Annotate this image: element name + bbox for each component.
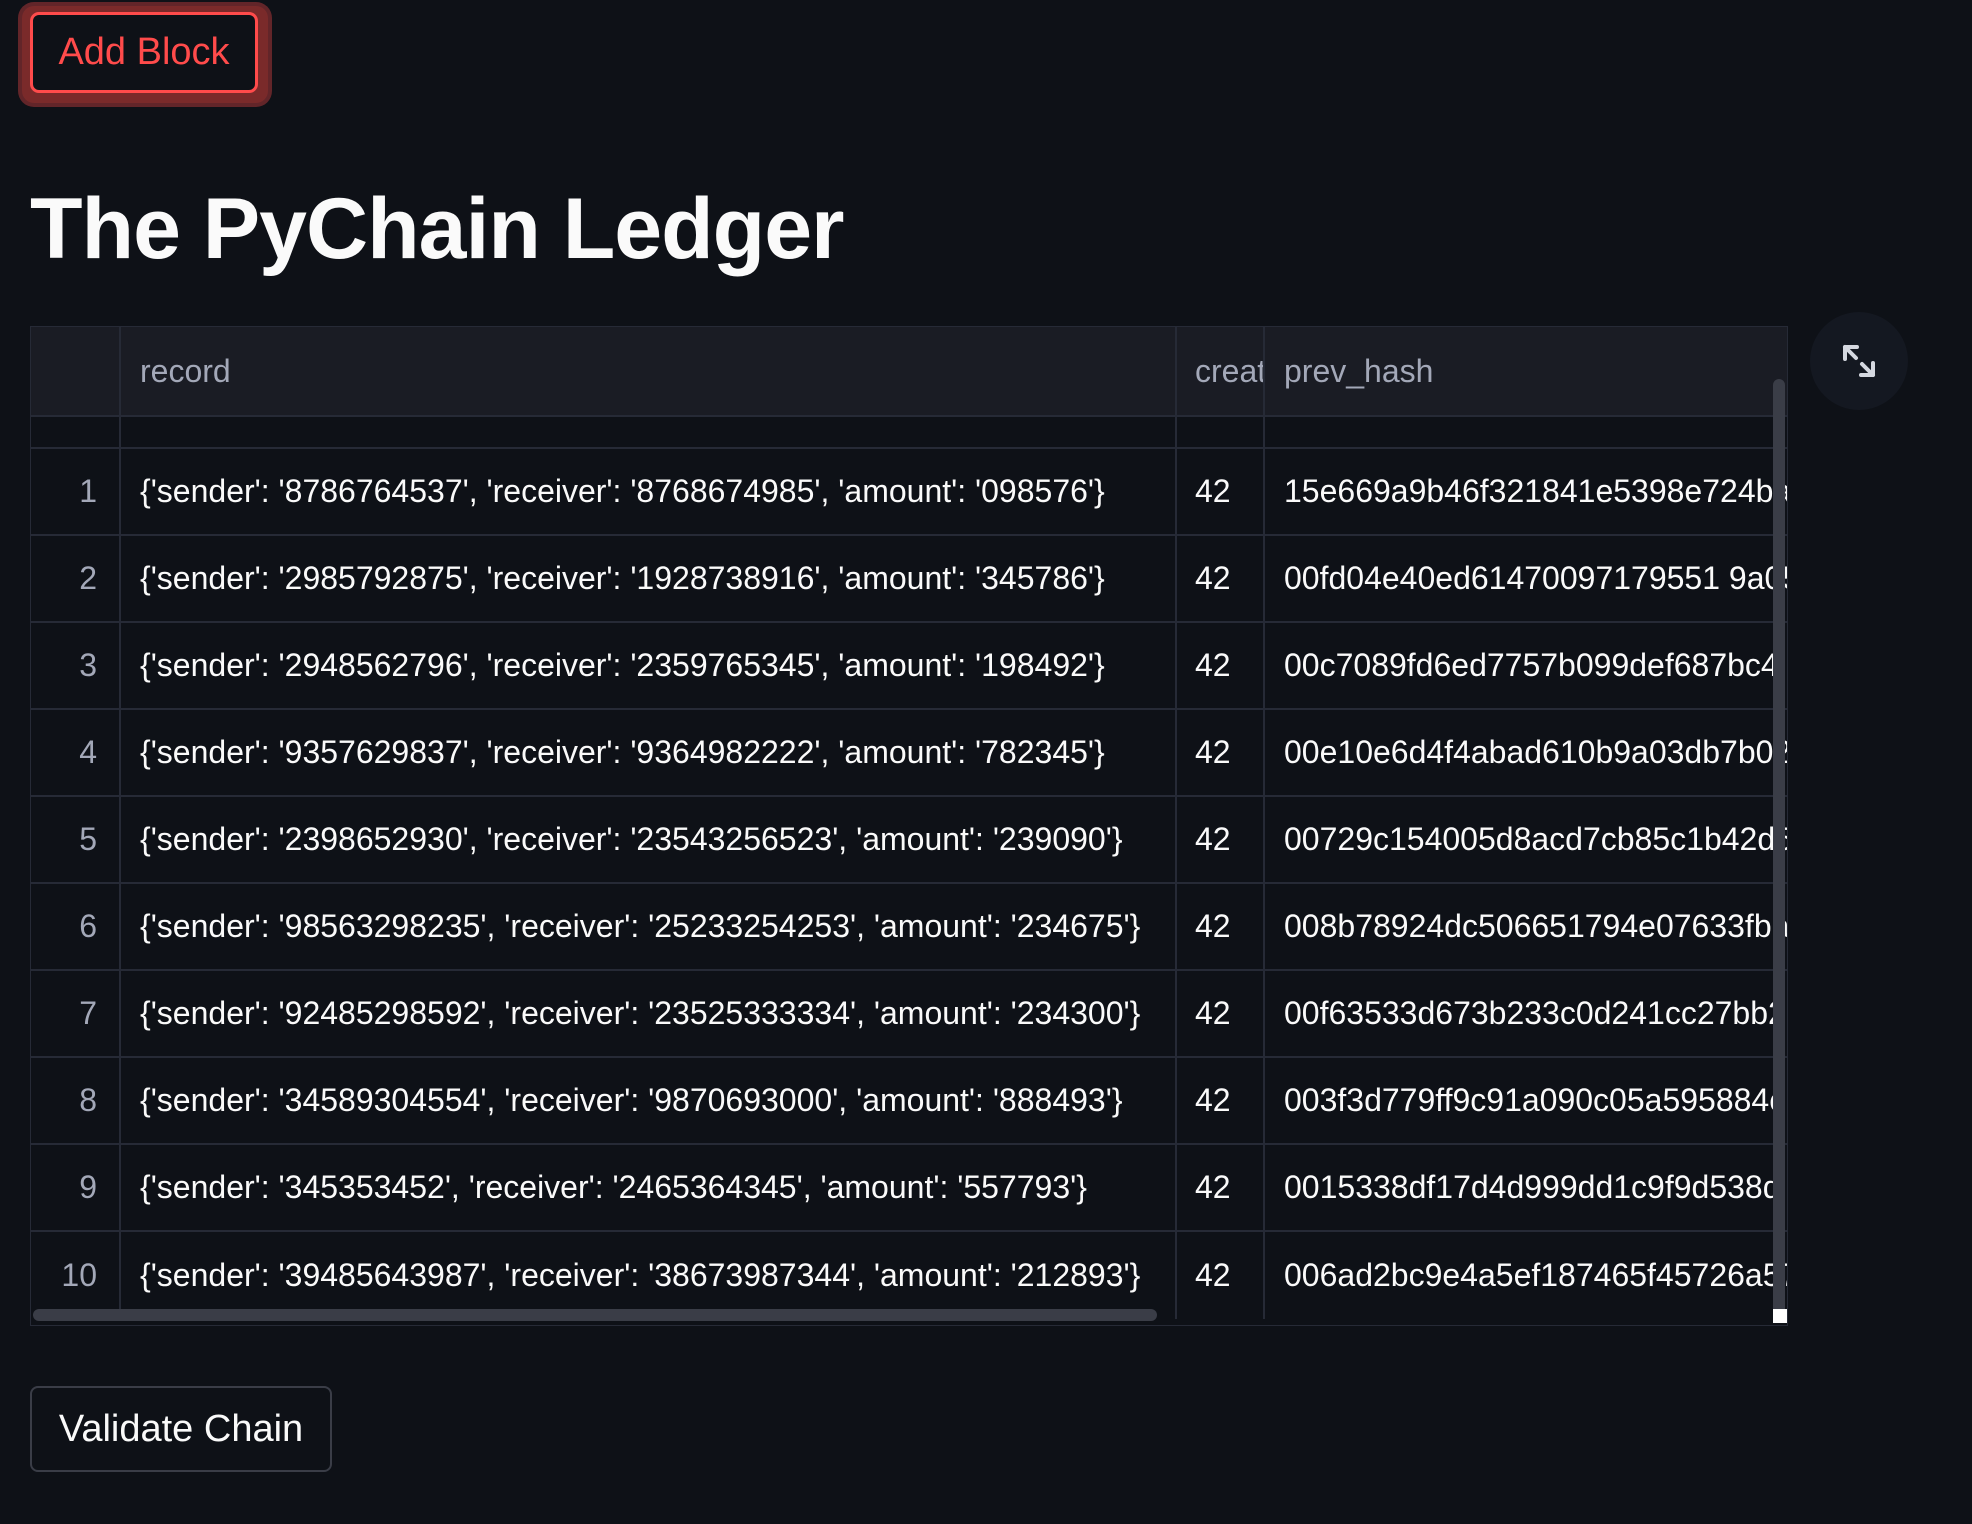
prev-hash-cell[interactable]: 003f3d779ff9c91a090c05a595884c: [1265, 1058, 1787, 1143]
vertical-scrollbar[interactable]: [1773, 379, 1785, 1319]
validate-chain-button[interactable]: Validate Chain: [30, 1386, 332, 1472]
prev-hash-cell[interactable]: 00f63533d673b233c0d241cc27bb2: [1265, 971, 1787, 1056]
prev-hash-cell[interactable]: 00fd04e40ed61470097179551 9a05: [1265, 536, 1787, 621]
spacer-cell: [1265, 417, 1787, 447]
record-cell[interactable]: {'sender': '98563298235', 'receiver': '2…: [121, 884, 1177, 969]
row-index: 4: [31, 710, 121, 795]
table-row[interactable]: 6 {'sender': '98563298235', 'receiver': …: [31, 884, 1787, 971]
record-cell[interactable]: {'sender': '92485298592', 'receiver': '2…: [121, 971, 1177, 1056]
resize-handle[interactable]: [1773, 1309, 1787, 1323]
table-row[interactable]: 4 {'sender': '9357629837', 'receiver': '…: [31, 710, 1787, 797]
table-row[interactable]: 10 {'sender': '39485643987', 'receiver':…: [31, 1232, 1787, 1319]
row-index: 8: [31, 1058, 121, 1143]
creator-cell[interactable]: 42: [1177, 884, 1265, 969]
record-cell[interactable]: {'sender': '2985792875', 'receiver': '19…: [121, 536, 1177, 621]
row-index: 10: [31, 1232, 121, 1319]
creator-cell[interactable]: 42: [1177, 1058, 1265, 1143]
table-row[interactable]: 7 {'sender': '92485298592', 'receiver': …: [31, 971, 1787, 1058]
horizontal-scrollbar[interactable]: [33, 1309, 1157, 1321]
row-index: 2: [31, 536, 121, 621]
spacer-cell: [31, 417, 121, 447]
add-block-focus-ring: Add Block: [22, 6, 268, 103]
table-row[interactable]: 1 {'sender': '8786764537', 'receiver': '…: [31, 449, 1787, 536]
row-index: 6: [31, 884, 121, 969]
creator-cell[interactable]: 42: [1177, 1145, 1265, 1230]
creator-cell[interactable]: 42: [1177, 449, 1265, 534]
row-index: 9: [31, 1145, 121, 1230]
table-header-row: record creat prev_hash: [31, 327, 1787, 417]
ledger-table[interactable]: record creat prev_hash 1 {'sender': '878…: [30, 326, 1788, 1326]
record-cell[interactable]: {'sender': '345353452', 'receiver': '246…: [121, 1145, 1177, 1230]
record-cell[interactable]: {'sender': '39485643987', 'receiver': '3…: [121, 1232, 1177, 1319]
table-row[interactable]: 9 {'sender': '345353452', 'receiver': '2…: [31, 1145, 1787, 1232]
prev-hash-cell[interactable]: 00e10e6d4f4abad610b9a03db7b02: [1265, 710, 1787, 795]
header-record[interactable]: record: [121, 327, 1177, 415]
prev-hash-cell[interactable]: 15e669a9b46f321841e5398e724ba: [1265, 449, 1787, 534]
row-index: 1: [31, 449, 121, 534]
row-index: 5: [31, 797, 121, 882]
prev-hash-cell[interactable]: 00729c154005d8acd7cb85c1b42d5: [1265, 797, 1787, 882]
table-row[interactable]: 5 {'sender': '2398652930', 'receiver': '…: [31, 797, 1787, 884]
creator-cell[interactable]: 42: [1177, 971, 1265, 1056]
app-page: Add Block The PyChain Ledger record crea…: [0, 0, 1972, 1524]
creator-cell[interactable]: 42: [1177, 536, 1265, 621]
header-creator[interactable]: creat: [1177, 327, 1265, 415]
table-empty-row: [31, 417, 1787, 449]
fullscreen-button[interactable]: [1810, 312, 1908, 410]
prev-hash-cell[interactable]: 00c7089fd6ed7757b099def687bc4: [1265, 623, 1787, 708]
table-row[interactable]: 8 {'sender': '34589304554', 'receiver': …: [31, 1058, 1787, 1145]
prev-hash-cell[interactable]: 008b78924dc506651794e07633fba: [1265, 884, 1787, 969]
header-index-cell: [31, 327, 121, 415]
table-row[interactable]: 3 {'sender': '2948562796', 'receiver': '…: [31, 623, 1787, 710]
prev-hash-cell[interactable]: 0015338df17d4d999dd1c9f9d538d: [1265, 1145, 1787, 1230]
header-prev-hash[interactable]: prev_hash: [1265, 327, 1787, 415]
creator-cell[interactable]: 42: [1177, 797, 1265, 882]
record-cell[interactable]: {'sender': '2948562796', 'receiver': '23…: [121, 623, 1177, 708]
row-index: 3: [31, 623, 121, 708]
record-cell[interactable]: {'sender': '9357629837', 'receiver': '93…: [121, 710, 1177, 795]
record-cell[interactable]: {'sender': '34589304554', 'receiver': '9…: [121, 1058, 1177, 1143]
expand-arrows-icon: [1843, 345, 1875, 377]
record-cell[interactable]: {'sender': '2398652930', 'receiver': '23…: [121, 797, 1177, 882]
spacer-cell: [121, 417, 1177, 447]
creator-cell[interactable]: 42: [1177, 623, 1265, 708]
row-index: 7: [31, 971, 121, 1056]
creator-cell[interactable]: 42: [1177, 1232, 1265, 1319]
spacer-cell: [1177, 417, 1265, 447]
prev-hash-cell[interactable]: 006ad2bc9e4a5ef187465f45726a57: [1265, 1232, 1787, 1319]
table-row[interactable]: 2 {'sender': '2985792875', 'receiver': '…: [31, 536, 1787, 623]
record-cell[interactable]: {'sender': '8786764537', 'receiver': '87…: [121, 449, 1177, 534]
page-title: The PyChain Ledger: [30, 181, 844, 277]
creator-cell[interactable]: 42: [1177, 710, 1265, 795]
add-block-button[interactable]: Add Block: [30, 12, 258, 93]
